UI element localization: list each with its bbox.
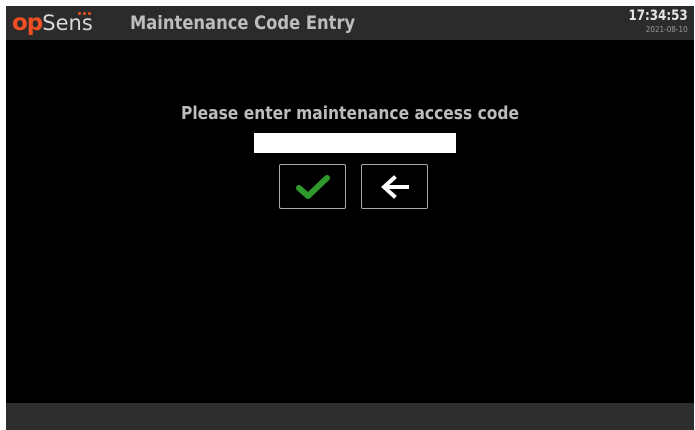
device-screen: op Sens Maintenance Code Entry 17:34:53 … <box>6 6 694 430</box>
logo-op-text: op <box>12 10 43 36</box>
clock-date: 2021-08-10 <box>646 25 688 34</box>
left-arrow-icon <box>380 174 409 199</box>
maintenance-code-input[interactable] <box>254 133 456 153</box>
back-button[interactable] <box>361 164 428 209</box>
page-title: Maintenance Code Entry <box>130 12 356 34</box>
footer-bar <box>6 403 694 430</box>
confirm-button[interactable] <box>279 164 346 209</box>
opsens-logo: op Sens <box>12 8 93 38</box>
checkmark-icon <box>295 174 330 199</box>
clock-time: 17:34:53 <box>628 8 688 24</box>
logo-dots <box>78 12 91 15</box>
clock: 17:34:53 2021-08-10 <box>618 8 688 35</box>
access-code-prompt: Please enter maintenance access code <box>180 103 520 124</box>
header-bar: op Sens Maintenance Code Entry 17:34:53 … <box>6 6 694 40</box>
